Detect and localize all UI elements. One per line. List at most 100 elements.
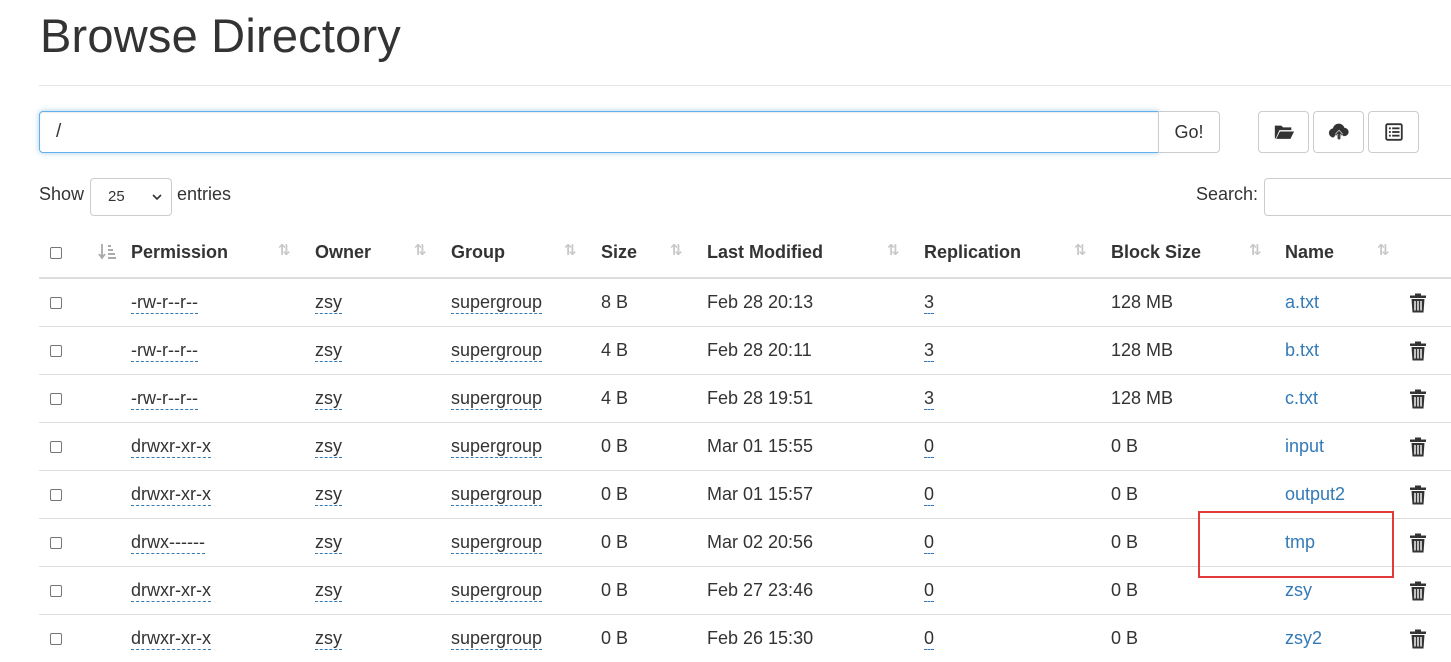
file-name-link[interactable]: c.txt xyxy=(1285,388,1318,408)
last-modified-cell: Feb 28 20:11 xyxy=(707,326,924,375)
file-name-link[interactable]: input xyxy=(1285,436,1324,456)
file-name-link[interactable]: zsy2 xyxy=(1285,628,1322,648)
size-value: 4 B xyxy=(601,388,629,408)
file-name-link[interactable]: b.txt xyxy=(1285,340,1319,360)
replication-value[interactable]: 0 xyxy=(924,436,935,458)
permission-value[interactable]: drwx------ xyxy=(131,532,205,554)
sort-both-icon: ⇅ xyxy=(1249,242,1262,259)
size-value: 0 B xyxy=(601,484,629,504)
row-checkbox[interactable] xyxy=(50,537,62,550)
delete-cell xyxy=(1409,374,1451,423)
trash-icon[interactable] xyxy=(1409,341,1427,361)
row-checkbox[interactable] xyxy=(50,489,62,502)
file-name-link[interactable]: a.txt xyxy=(1285,292,1319,312)
replication-value[interactable]: 3 xyxy=(924,388,935,410)
entries-per-page-select[interactable]: 25 xyxy=(90,178,172,216)
permission-value[interactable]: drwxr-xr-x xyxy=(131,628,211,650)
owner-value[interactable]: zsy xyxy=(315,388,342,410)
column-header-block-size[interactable]: Block Size ⇅ xyxy=(1111,227,1285,279)
group-value[interactable]: supergroup xyxy=(451,436,543,458)
upload-button[interactable] xyxy=(1313,111,1364,153)
trash-icon[interactable] xyxy=(1409,485,1427,505)
folder-open-icon xyxy=(1274,125,1294,139)
row-select-cell xyxy=(39,566,84,615)
owner-value[interactable]: zsy xyxy=(315,628,342,650)
owner-value[interactable]: zsy xyxy=(315,484,342,506)
trash-icon[interactable] xyxy=(1409,629,1427,649)
column-header-last-modified[interactable]: Last Modified ⇅ xyxy=(707,227,924,279)
column-header-replication[interactable]: Replication ⇅ xyxy=(924,227,1111,279)
column-label: Owner xyxy=(315,241,372,262)
delete-cell xyxy=(1409,277,1451,327)
group-value[interactable]: supergroup xyxy=(451,532,543,554)
last-modified-cell: Feb 28 20:13 xyxy=(707,277,924,327)
name-cell: tmp xyxy=(1285,518,1409,567)
owner-value[interactable]: zsy xyxy=(315,340,342,362)
group-value[interactable]: supergroup xyxy=(451,340,543,362)
owner-cell: zsy xyxy=(315,326,451,375)
owner-cell: zsy xyxy=(315,277,451,327)
column-label: Name xyxy=(1285,241,1335,262)
permission-value[interactable]: drwxr-xr-x xyxy=(131,484,211,506)
group-value[interactable]: supergroup xyxy=(451,484,543,506)
row-checkbox[interactable] xyxy=(50,441,62,454)
owner-cell: zsy xyxy=(315,470,451,519)
row-checkbox[interactable] xyxy=(50,633,62,646)
create-directory-button[interactable] xyxy=(1258,111,1309,153)
row-checkbox[interactable] xyxy=(50,585,62,598)
group-value[interactable]: supergroup xyxy=(451,388,543,410)
size-cell: 0 B xyxy=(601,566,707,615)
cut-paste-button[interactable] xyxy=(1368,111,1419,153)
group-value[interactable]: supergroup xyxy=(451,292,543,314)
column-header-owner[interactable]: Owner ⇅ xyxy=(315,227,451,279)
search-input[interactable] xyxy=(1264,178,1451,216)
permission-value[interactable]: drwxr-xr-x xyxy=(131,580,211,602)
replication-value[interactable]: 0 xyxy=(924,628,935,650)
size-value: 0 B xyxy=(601,532,629,552)
permission-value[interactable]: drwxr-xr-x xyxy=(131,436,211,458)
owner-value[interactable]: zsy xyxy=(315,436,342,458)
row-spacer-cell xyxy=(84,566,131,615)
column-header-size[interactable]: Size ⇅ xyxy=(601,227,707,279)
group-cell: supergroup xyxy=(451,277,601,327)
permission-value[interactable]: -rw-r--r-- xyxy=(131,292,198,314)
replication-value[interactable]: 3 xyxy=(924,292,935,314)
owner-value[interactable]: zsy xyxy=(315,292,342,314)
permission-value[interactable]: -rw-r--r-- xyxy=(131,340,198,362)
go-button[interactable]: Go! xyxy=(1158,111,1220,153)
group-value[interactable]: supergroup xyxy=(451,580,543,602)
name-cell: zsy xyxy=(1285,566,1409,615)
path-input[interactable] xyxy=(39,111,1159,153)
file-name-link[interactable]: tmp xyxy=(1285,532,1315,552)
permission-cell: drwxr-xr-x xyxy=(131,614,315,662)
column-header-permission[interactable]: Permission ⇅ xyxy=(131,227,315,279)
column-header-group[interactable]: Group ⇅ xyxy=(451,227,601,279)
trash-icon[interactable] xyxy=(1409,437,1427,457)
group-cell: supergroup xyxy=(451,470,601,519)
sort-header[interactable] xyxy=(84,227,131,279)
permission-value[interactable]: -rw-r--r-- xyxy=(131,388,198,410)
replication-value[interactable]: 0 xyxy=(924,484,935,506)
trash-icon[interactable] xyxy=(1409,533,1427,553)
row-checkbox[interactable] xyxy=(50,345,62,358)
owner-cell: zsy xyxy=(315,374,451,423)
replication-value[interactable]: 0 xyxy=(924,532,935,554)
actions-header xyxy=(1409,227,1451,279)
owner-value[interactable]: zsy xyxy=(315,532,342,554)
trash-icon[interactable] xyxy=(1409,389,1427,409)
select-all-checkbox[interactable] xyxy=(50,246,62,259)
column-header-name[interactable]: Name ⇅ xyxy=(1285,227,1409,279)
row-checkbox[interactable] xyxy=(50,393,62,406)
row-checkbox[interactable] xyxy=(50,297,62,310)
delete-cell xyxy=(1409,614,1451,662)
table-row: drwx------ zsy supergroup 0 B Mar 02 20:56 0 0… xyxy=(39,518,1451,567)
replication-value[interactable]: 0 xyxy=(924,580,935,602)
file-name-link[interactable]: output2 xyxy=(1285,484,1345,504)
file-name-link[interactable]: zsy xyxy=(1285,580,1312,600)
replication-value[interactable]: 3 xyxy=(924,340,935,362)
block-size-value: 0 B xyxy=(1111,628,1139,648)
group-value[interactable]: supergroup xyxy=(451,628,543,650)
owner-value[interactable]: zsy xyxy=(315,580,342,602)
trash-icon[interactable] xyxy=(1409,293,1427,313)
trash-icon[interactable] xyxy=(1409,581,1427,601)
